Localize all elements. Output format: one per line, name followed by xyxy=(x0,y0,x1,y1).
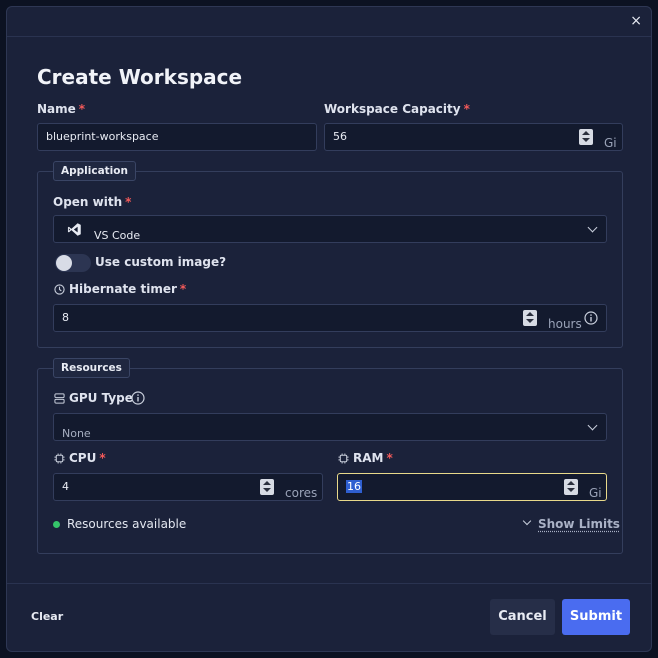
hibernate-stepper[interactable] xyxy=(523,310,537,326)
chip-icon xyxy=(54,453,65,464)
capacity-stepper[interactable] xyxy=(579,129,593,145)
capacity-unit: Gi xyxy=(604,136,617,150)
ram-label: RAM * xyxy=(353,451,393,465)
chevron-down-icon xyxy=(587,420,598,431)
cpu-input[interactable]: 4 cores xyxy=(53,473,323,501)
clock-icon xyxy=(54,284,65,295)
gpu-label: GPU Type xyxy=(69,391,133,405)
server-icon xyxy=(54,393,65,404)
ram-value: 16 xyxy=(346,480,362,493)
capacity-label: Workspace Capacity * xyxy=(324,102,470,116)
close-icon[interactable]: × xyxy=(630,13,642,29)
gpu-value: None xyxy=(62,427,91,440)
resources-legend: Resources xyxy=(53,358,130,378)
hibernate-value: 8 xyxy=(62,311,69,324)
capacity-value: 56 xyxy=(333,130,347,143)
create-workspace-dialog: × Create Workspace Name * blueprint-works… xyxy=(6,6,652,652)
hibernate-input[interactable]: 8 hours xyxy=(53,304,607,332)
resources-status: Resources available xyxy=(67,517,187,531)
capacity-input[interactable]: 56 Gi xyxy=(324,123,623,151)
cpu-stepper[interactable] xyxy=(260,479,274,495)
clear-button[interactable]: Clear xyxy=(31,605,63,629)
name-input[interactable]: blueprint-workspace xyxy=(37,123,317,151)
dialog-topbar: × xyxy=(7,7,651,37)
application-legend: Application xyxy=(53,161,136,181)
toggle-knob xyxy=(56,255,72,271)
cancel-button[interactable]: Cancel xyxy=(490,599,555,635)
open-with-label: Open with * xyxy=(53,195,132,209)
name-label: Name * xyxy=(37,102,86,116)
hibernate-unit: hours xyxy=(548,317,582,331)
cpu-label: CPU * xyxy=(69,451,106,465)
gpu-select[interactable]: None xyxy=(53,413,607,441)
chip-icon xyxy=(338,453,349,464)
show-limits-link[interactable]: Show Limits xyxy=(538,517,620,531)
info-icon[interactable] xyxy=(584,311,598,325)
ram-input[interactable]: 16 Gi xyxy=(337,473,607,501)
ram-stepper[interactable] xyxy=(564,479,578,495)
open-with-select[interactable]: VS Code xyxy=(53,215,607,243)
dialog-title: Create Workspace xyxy=(37,65,243,89)
chevron-down-icon xyxy=(587,222,598,233)
submit-button[interactable]: Submit xyxy=(562,599,630,635)
ram-unit: Gi xyxy=(589,486,602,500)
info-icon[interactable] xyxy=(131,391,145,405)
cpu-value: 4 xyxy=(62,480,69,493)
footer-divider xyxy=(7,583,651,584)
vscode-icon xyxy=(67,223,81,236)
cpu-unit: cores xyxy=(285,486,318,500)
hibernate-label: Hibernate timer * xyxy=(69,282,187,296)
custom-image-label: Use custom image? xyxy=(95,255,227,269)
status-dot xyxy=(53,521,60,528)
open-with-value: VS Code xyxy=(94,229,141,242)
custom-image-toggle[interactable] xyxy=(55,254,91,272)
